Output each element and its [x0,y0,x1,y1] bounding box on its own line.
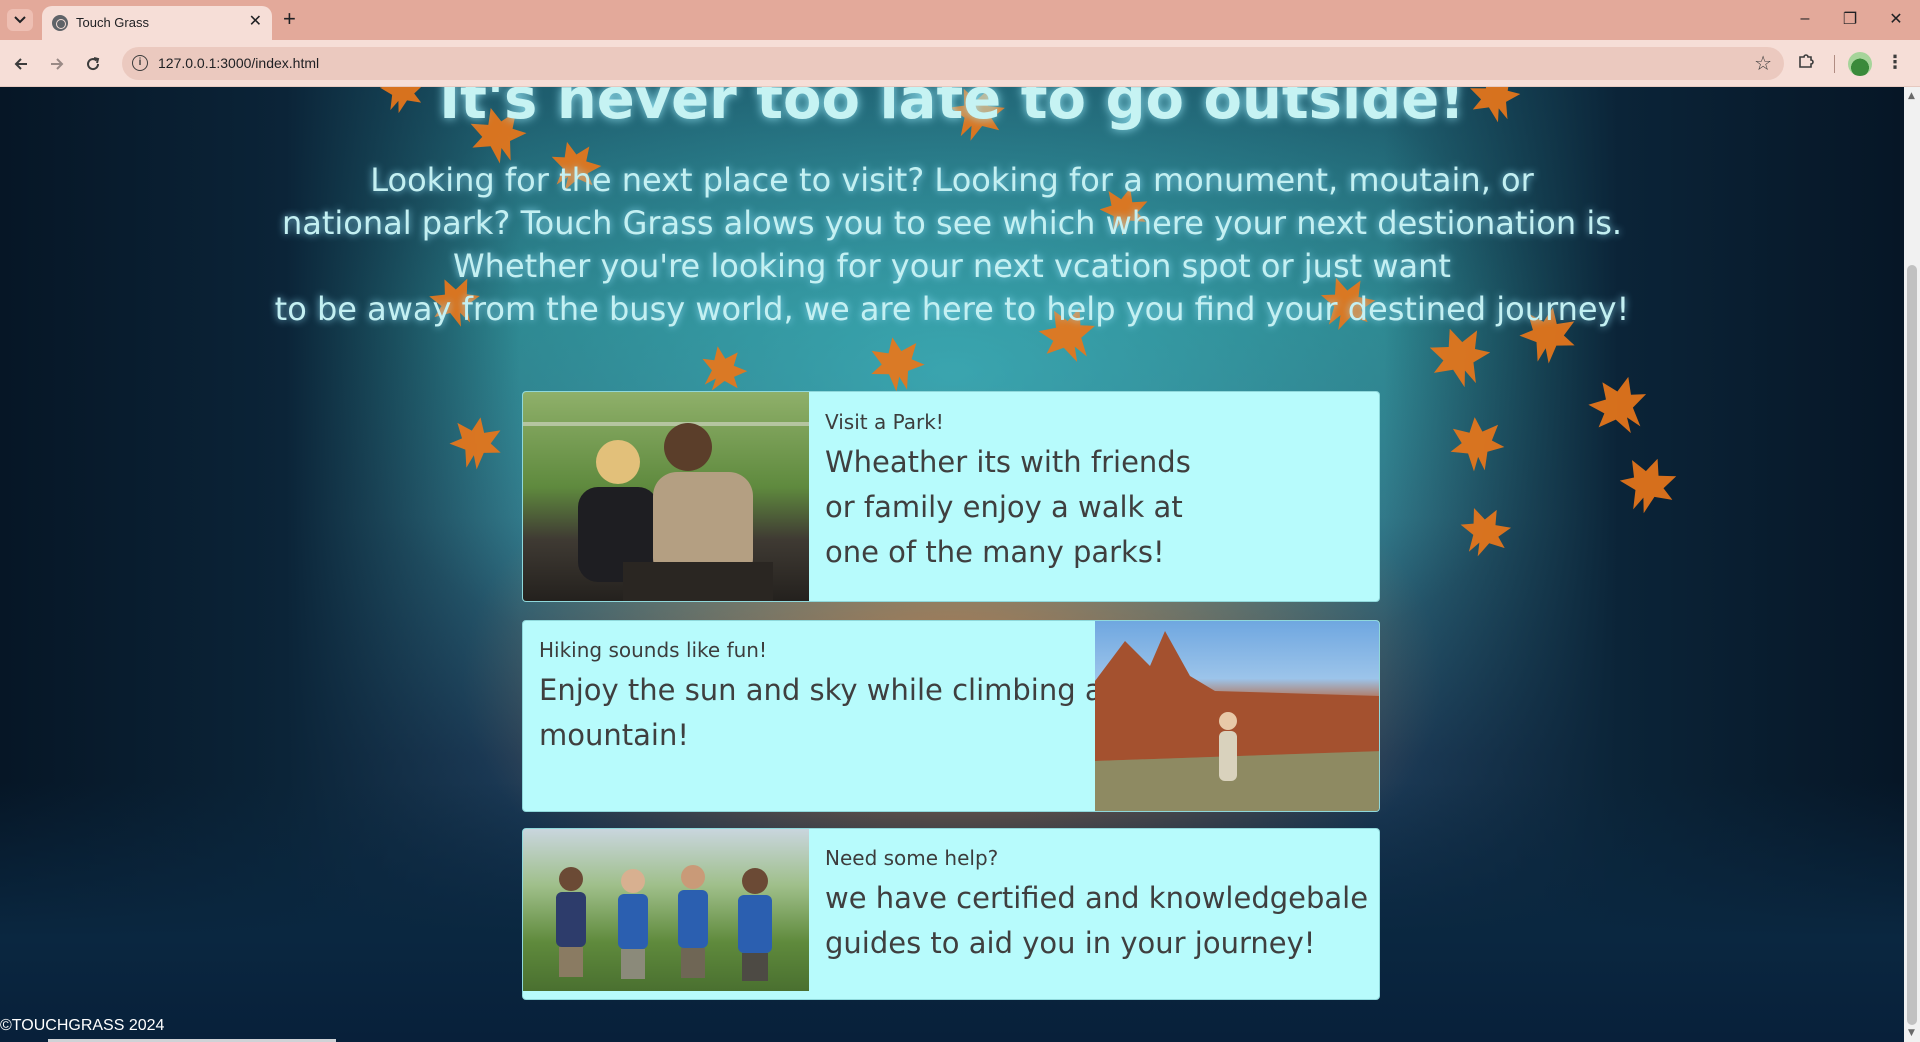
restore-button[interactable]: ❐ [1832,8,1868,30]
vertical-scrollbar[interactable]: ▲ ▼ [1904,87,1920,1042]
browser-tab[interactable]: Touch Grass ✕ [42,6,272,40]
footer-copyright: ©TOUCHGRASS 2024 [0,1017,165,1034]
card-line: or family enjoy a walk at [825,490,1183,524]
forward-arrow-icon[interactable] [45,52,69,76]
browser-tab-bar: Touch Grass ✕ + – ❐ ✕ [0,0,1920,40]
toolbar-divider [1834,55,1835,73]
scrollbar-thumb[interactable] [1907,265,1917,1025]
park-photo [523,392,809,601]
scroll-down-arrow-icon[interactable]: ▼ [1908,1028,1915,1038]
tab-title: Touch Grass [76,15,149,30]
minimize-button[interactable]: – [1787,8,1823,30]
kebab-menu-icon[interactable]: ⋮ [1886,51,1904,75]
intro-line: Whether you're looking for your next vca… [453,247,1451,285]
card-line: guides to aid you in your journey! [825,926,1316,960]
browser-toolbar: i 127.0.0.1:3000/index.html ☆ ⋮ [0,40,1920,87]
card-need-help: Need some help? we have certified and kn… [522,828,1380,1000]
card-hiking: Hiking sounds like fun! Enjoy the sun an… [522,620,1380,812]
card-body: Wheather its with friends or family enjo… [825,440,1191,575]
globe-favicon-icon [52,15,68,31]
url-text[interactable]: 127.0.0.1:3000/index.html [158,55,319,71]
card-visit-park: Visit a Park! Wheather its with friends … [522,391,1380,602]
address-bar[interactable]: i 127.0.0.1:3000/index.html ☆ [122,47,1784,80]
guides-photo [523,829,809,991]
intro-line: national park? Touch Grass alows you to … [281,204,1623,242]
card-line: Wheather its with friends [825,445,1191,479]
card-line: mountain! [539,718,689,752]
bookmark-star-icon[interactable]: ☆ [1754,51,1772,75]
card-line: one of the many parks! [825,535,1165,569]
close-window-button[interactable]: ✕ [1878,8,1914,30]
card-title: Visit a Park! [825,410,944,434]
card-line: Enjoy the sun and sky while climbing a [539,673,1103,707]
page-title: It's never too late to go outside! [439,87,1465,132]
card-body: we have certified and knowledgebale guid… [825,876,1368,966]
scroll-up-arrow-icon[interactable]: ▲ [1908,91,1915,101]
card-body: Enjoy the sun and sky while climbing a m… [539,668,1103,758]
profile-avatar-icon[interactable] [1848,52,1872,76]
maple-leaf-icon [866,333,929,396]
site-info-icon[interactable]: i [132,55,148,71]
page-viewport: It's never too late to go outside! Looki… [0,87,1904,1042]
new-tab-button[interactable]: + [283,7,296,31]
hiking-photo [1095,621,1379,811]
extensions-puzzle-icon[interactable] [1797,51,1815,75]
intro-paragraph: Looking for the next place to visit? Loo… [0,159,1904,331]
intro-line: Looking for the next place to visit? Loo… [370,161,1534,199]
reload-icon[interactable] [81,52,105,76]
tab-list-icon[interactable] [7,9,33,31]
card-line: we have certified and knowledgebale [825,881,1369,915]
tab-close-icon[interactable]: ✕ [249,13,262,31]
back-arrow-icon[interactable] [9,52,33,76]
intro-line: to be away from the busy world, we are h… [274,290,1630,328]
card-title: Need some help? [825,846,999,870]
card-title: Hiking sounds like fun! [539,638,767,662]
